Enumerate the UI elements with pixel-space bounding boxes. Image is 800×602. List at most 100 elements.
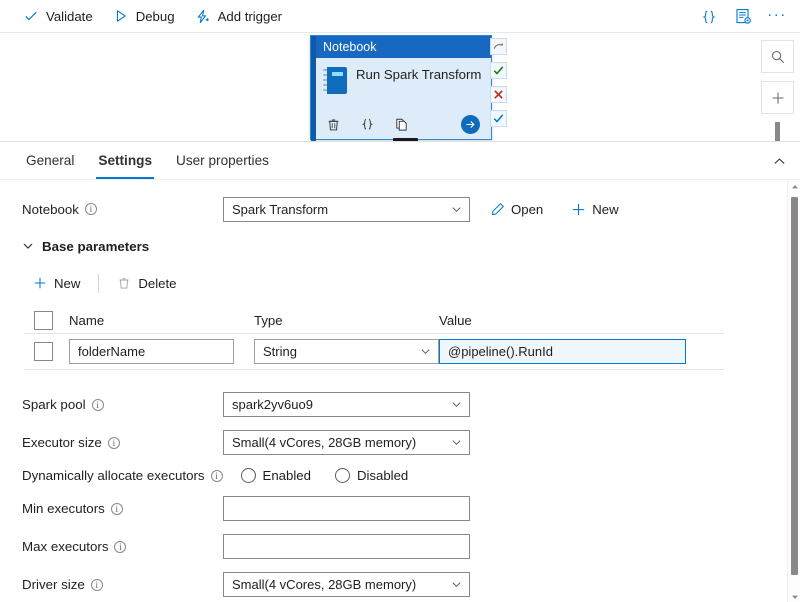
tab-settings[interactable]: Settings (88, 142, 162, 179)
chevron-down-icon (451, 198, 462, 221)
base-parameters-toolbar: New Delete (0, 269, 788, 297)
code-braces-icon[interactable] (694, 3, 724, 31)
activity-body: Run Spark Transform (311, 58, 491, 110)
zoom-slider-track[interactable] (775, 122, 780, 141)
new-label: New (592, 202, 618, 217)
max-executors-input[interactable] (223, 534, 470, 559)
info-icon[interactable]: i (92, 399, 104, 411)
pipeline-canvas[interactable]: Notebook Run Spark Transform (0, 33, 800, 141)
parameter-value-cell: @pipeline().RunId (439, 339, 724, 364)
activity-title: Run Spark Transform (356, 66, 481, 82)
lightning-plus-icon (195, 8, 211, 24)
parameter-name-cell: folderName (69, 339, 254, 364)
min-executors-label-group: Min executors i (22, 501, 223, 516)
tab-general-label: General (26, 153, 74, 168)
delete-icon[interactable] (325, 116, 342, 133)
parameter-type-value: String (263, 344, 297, 359)
notebook-select[interactable]: Spark Transform (223, 197, 470, 222)
add-trigger-button[interactable]: Add trigger (186, 2, 292, 30)
driver-size-select[interactable]: Small(4 vCores, 28GB memory) (223, 572, 470, 597)
info-icon[interactable]: i (108, 437, 120, 449)
base-parameters-label: Base parameters (42, 239, 149, 254)
activity-node-notebook[interactable]: Notebook Run Spark Transform (310, 35, 492, 140)
executor-size-label: Executor size (22, 435, 102, 450)
min-executors-label: Min executors (22, 501, 105, 516)
canvas-zoom-controls (761, 40, 794, 141)
spacer (0, 370, 788, 379)
validate-label: Validate (46, 9, 93, 24)
executor-size-select[interactable]: Small(4 vCores, 28GB memory) (223, 430, 470, 455)
code-braces-icon[interactable] (359, 116, 376, 133)
scroll-up-icon[interactable] (788, 180, 800, 193)
play-triangle-icon (113, 8, 129, 24)
notebook-row: Notebook i Spark Transform Open (0, 196, 788, 222)
max-executors-label-group: Max executors i (22, 539, 223, 554)
spark-pool-select[interactable]: spark2yv6uo9 (223, 392, 470, 417)
add-parameter-button[interactable]: New (24, 270, 89, 297)
base-parameters-section-toggle[interactable]: Base parameters (0, 235, 788, 257)
activity-toolbar (311, 110, 491, 138)
new-notebook-button[interactable]: New (563, 196, 626, 222)
parameter-value-text: @pipeline().RunId (448, 344, 553, 359)
tab-general[interactable]: General (16, 142, 84, 179)
dynamic-allocation-label: Dynamically allocate executors (22, 468, 205, 483)
success-handle[interactable] (490, 62, 507, 79)
failure-handle[interactable] (490, 86, 507, 103)
add-trigger-label: Add trigger (218, 9, 283, 24)
validate-button[interactable]: Validate (14, 2, 102, 30)
properties-icon[interactable] (728, 3, 758, 31)
row-checkbox[interactable] (34, 342, 53, 361)
open-notebook-button[interactable]: Open (482, 196, 551, 222)
panel-scrollbar[interactable] (787, 180, 800, 602)
zoom-search-icon[interactable] (761, 40, 794, 73)
executor-size-value: Small(4 vCores, 28GB memory) (232, 435, 416, 450)
open-label: Open (511, 202, 543, 217)
radio-disabled[interactable]: Disabled (335, 468, 408, 483)
tab-user-properties[interactable]: User properties (166, 142, 279, 179)
duplicate-icon[interactable] (393, 116, 410, 133)
info-icon[interactable]: i (111, 503, 123, 515)
command-bar-actions: Validate Debug Add trigger (0, 2, 291, 30)
select-all-checkbox[interactable] (34, 311, 53, 330)
debug-button[interactable]: Debug (104, 2, 184, 30)
chevron-up-icon[interactable] (770, 152, 788, 170)
info-icon[interactable]: i (85, 203, 97, 215)
chevron-down-icon (451, 431, 462, 454)
settings-form: Notebook i Spark Transform Open (0, 180, 788, 602)
trash-icon (117, 276, 131, 290)
skip-handle[interactable] (490, 38, 507, 55)
column-header-type: Type (254, 313, 439, 328)
radio-button-icon (241, 468, 256, 483)
driver-size-value: Small(4 vCores, 28GB memory) (232, 577, 416, 592)
min-executors-input[interactable] (223, 496, 470, 521)
min-executors-row: Min executors i (0, 496, 788, 521)
delete-parameter-button[interactable]: Delete (108, 270, 185, 297)
debug-label: Debug (136, 9, 175, 24)
completion-handle[interactable] (490, 110, 507, 127)
info-icon[interactable]: i (91, 579, 103, 591)
activity-accent-stripe (311, 36, 316, 141)
pipeline-editor: Validate Debug Add trigger (0, 0, 800, 602)
column-header-value: Value (439, 313, 724, 328)
executor-size-row: Executor size i Small(4 vCores, 28GB mem… (0, 430, 788, 455)
run-arrow-icon[interactable] (461, 115, 480, 134)
chevron-down-icon (22, 240, 34, 252)
spark-pool-value: spark2yv6uo9 (232, 397, 313, 412)
command-bar: Validate Debug Add trigger (0, 0, 800, 33)
driver-size-label: Driver size (22, 577, 85, 592)
scrollbar-thumb[interactable] (791, 197, 798, 575)
info-icon[interactable]: i (114, 541, 126, 553)
more-ellipsis-icon[interactable]: ··· (762, 3, 792, 31)
ellipsis-glyph: ··· (767, 7, 787, 27)
scroll-down-icon[interactable] (788, 590, 800, 602)
parameter-name-input[interactable]: folderName (69, 339, 234, 364)
add-parameter-label: New (54, 276, 80, 291)
toolbar-divider (98, 274, 99, 293)
zoom-in-icon[interactable] (761, 81, 794, 114)
parameter-value-input[interactable]: @pipeline().RunId (439, 339, 686, 364)
parameter-type-select[interactable]: String (254, 339, 439, 364)
radio-enabled[interactable]: Enabled (241, 468, 311, 483)
info-icon[interactable]: i (211, 470, 223, 482)
tab-user-properties-label: User properties (176, 153, 269, 168)
notebook-label-group: Notebook i (22, 202, 223, 217)
